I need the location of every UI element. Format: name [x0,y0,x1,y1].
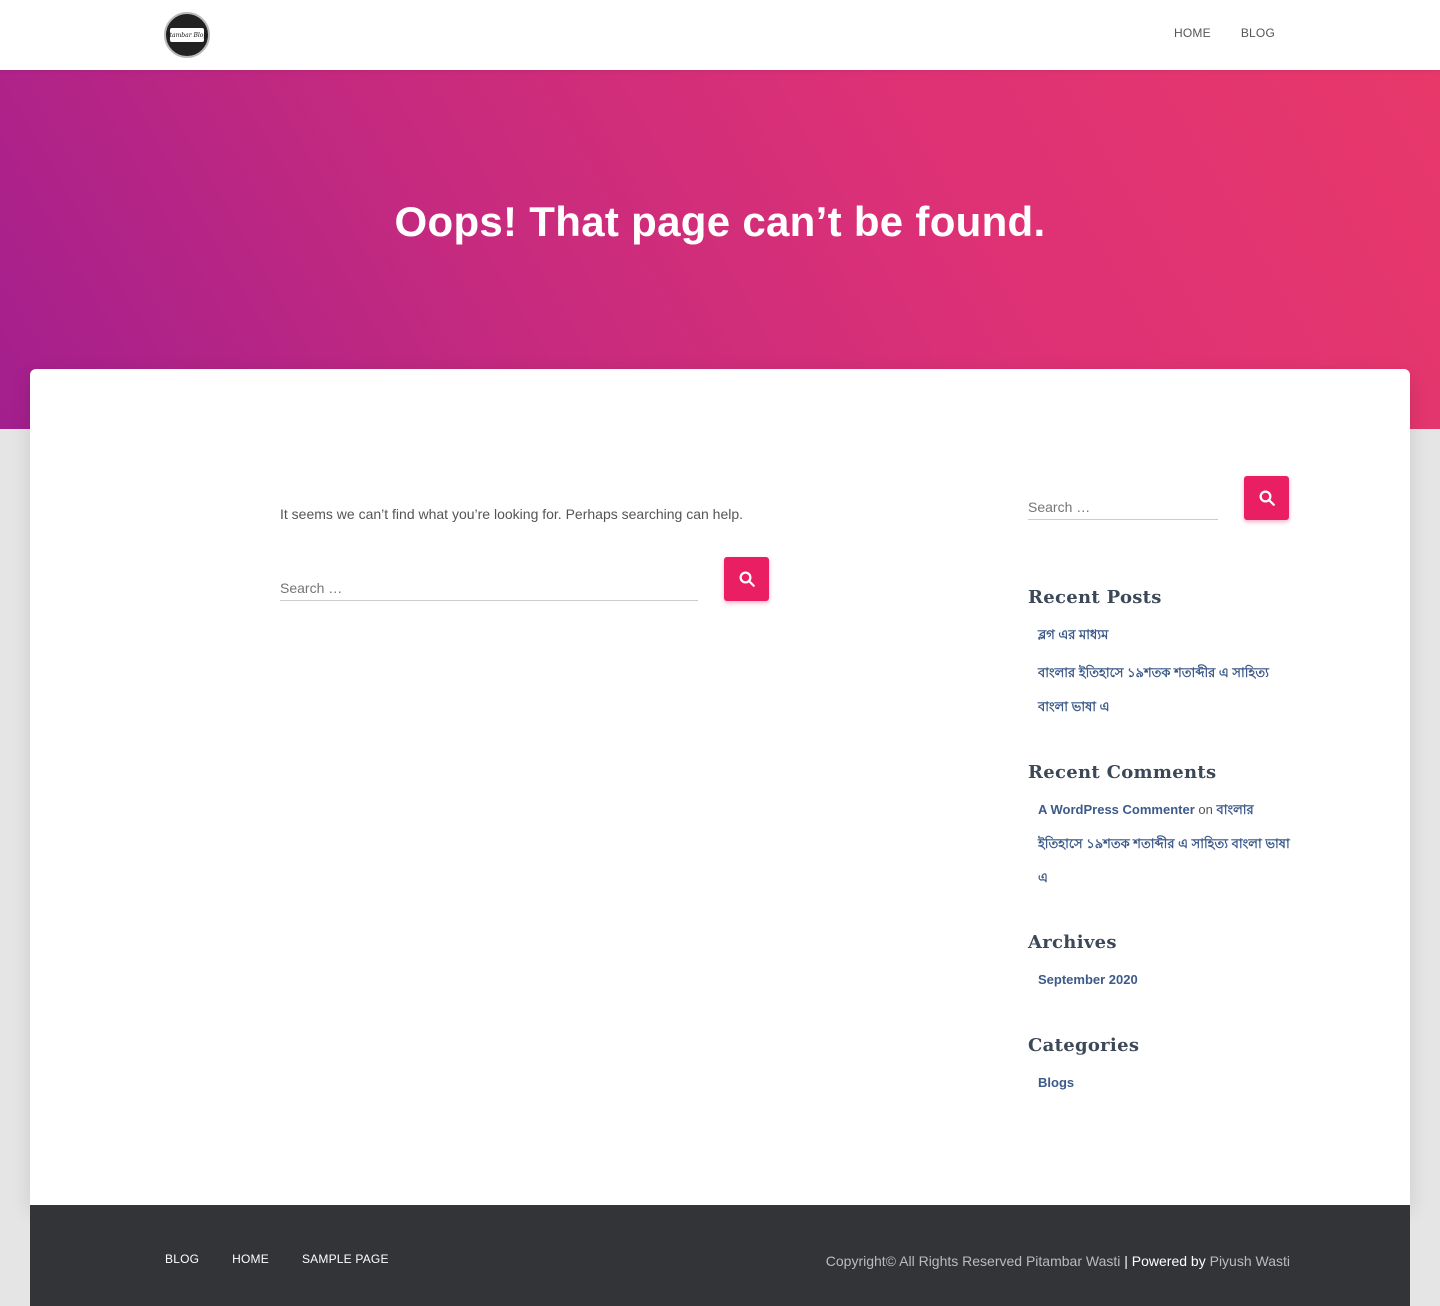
archive-link[interactable]: September 2020 [1038,972,1138,987]
footer-nav: BLOG HOME SAMPLE PAGE [165,1252,389,1266]
archives-title: Archives [1028,932,1117,953]
recent-posts-title: Recent Posts [1028,587,1162,608]
recent-post-link[interactable]: বাংলার ইতিহাসে ১৯শতক শতাব্দীর এ সাহিত্য … [1038,665,1269,714]
recent-post-link[interactable]: ব্লগ এর মাধ্যম [1038,627,1108,642]
powered-by-link[interactable]: Piyush Wasti [1210,1253,1290,1269]
page-title: Oops! That page can’t be found. [394,198,1046,245]
nav-blog-link[interactable]: BLOG [1241,26,1275,40]
main-search-input[interactable] [280,580,698,596]
sidebar-search-form [1028,476,1289,520]
powered-by-separator: | Powered by [1120,1253,1210,1269]
archives-widget: Archives September 2020 [1028,932,1290,997]
comment-on-text: on [1198,802,1213,817]
footer-sample-page-link[interactable]: SAMPLE PAGE [302,1252,389,1266]
copyright: Copyright© All Rights Reserved Pitambar … [826,1253,1290,1269]
list-item: Blogs [1038,1066,1290,1100]
main-nav: HOME BLOG [1174,26,1275,40]
footer-blog-link[interactable]: BLOG [165,1252,199,1266]
top-navbar: Pitambar Blogs HOME BLOG [0,0,1440,70]
list-item: বাংলার ইতিহাসে ১৯শতক শতাব্দীর এ সাহিত্য … [1038,656,1290,724]
sidebar-search-field [1028,476,1218,520]
main-search-button[interactable] [724,557,769,601]
list-item: September 2020 [1038,963,1290,997]
recent-posts-widget: Recent Posts ব্লগ এর মাধ্যম বাংলার ইতিহা… [1028,587,1290,724]
list-item: ব্লগ এর মাধ্যম [1038,618,1290,652]
search-icon [739,571,755,587]
sidebar-search-button[interactable] [1244,476,1289,520]
categories-widget: Categories Blogs [1028,1035,1290,1100]
comment-author-link[interactable]: A WordPress Commenter [1038,802,1195,817]
copyright-text: Copyright© All Rights Reserved Pitambar … [825,1253,1121,1269]
categories-title: Categories [1028,1035,1140,1056]
content-card: It seems we can’t find what you’re looki… [30,369,1410,1205]
main-search-form [280,557,769,601]
category-link[interactable]: Blogs [1038,1075,1074,1090]
nav-home-link[interactable]: HOME [1174,26,1211,40]
list-item: A WordPress Commenter on বাংলার ইতিহাসে … [1038,793,1290,895]
recent-comments-widget: Recent Comments A WordPress Commenter on… [1028,762,1290,895]
search-icon [1259,490,1275,506]
footer-home-link[interactable]: HOME [232,1252,269,1266]
sidebar-search-input[interactable] [1028,499,1218,515]
footer: BLOG HOME SAMPLE PAGE Copyright© All Rig… [30,1205,1410,1306]
site-logo[interactable]: Pitambar Blogs [164,12,210,58]
logo-text: Pitambar Blogs [166,28,208,42]
main-search-field [280,557,698,601]
recent-comments-title: Recent Comments [1028,762,1217,783]
not-found-message: It seems we can’t find what you’re looki… [280,506,744,522]
